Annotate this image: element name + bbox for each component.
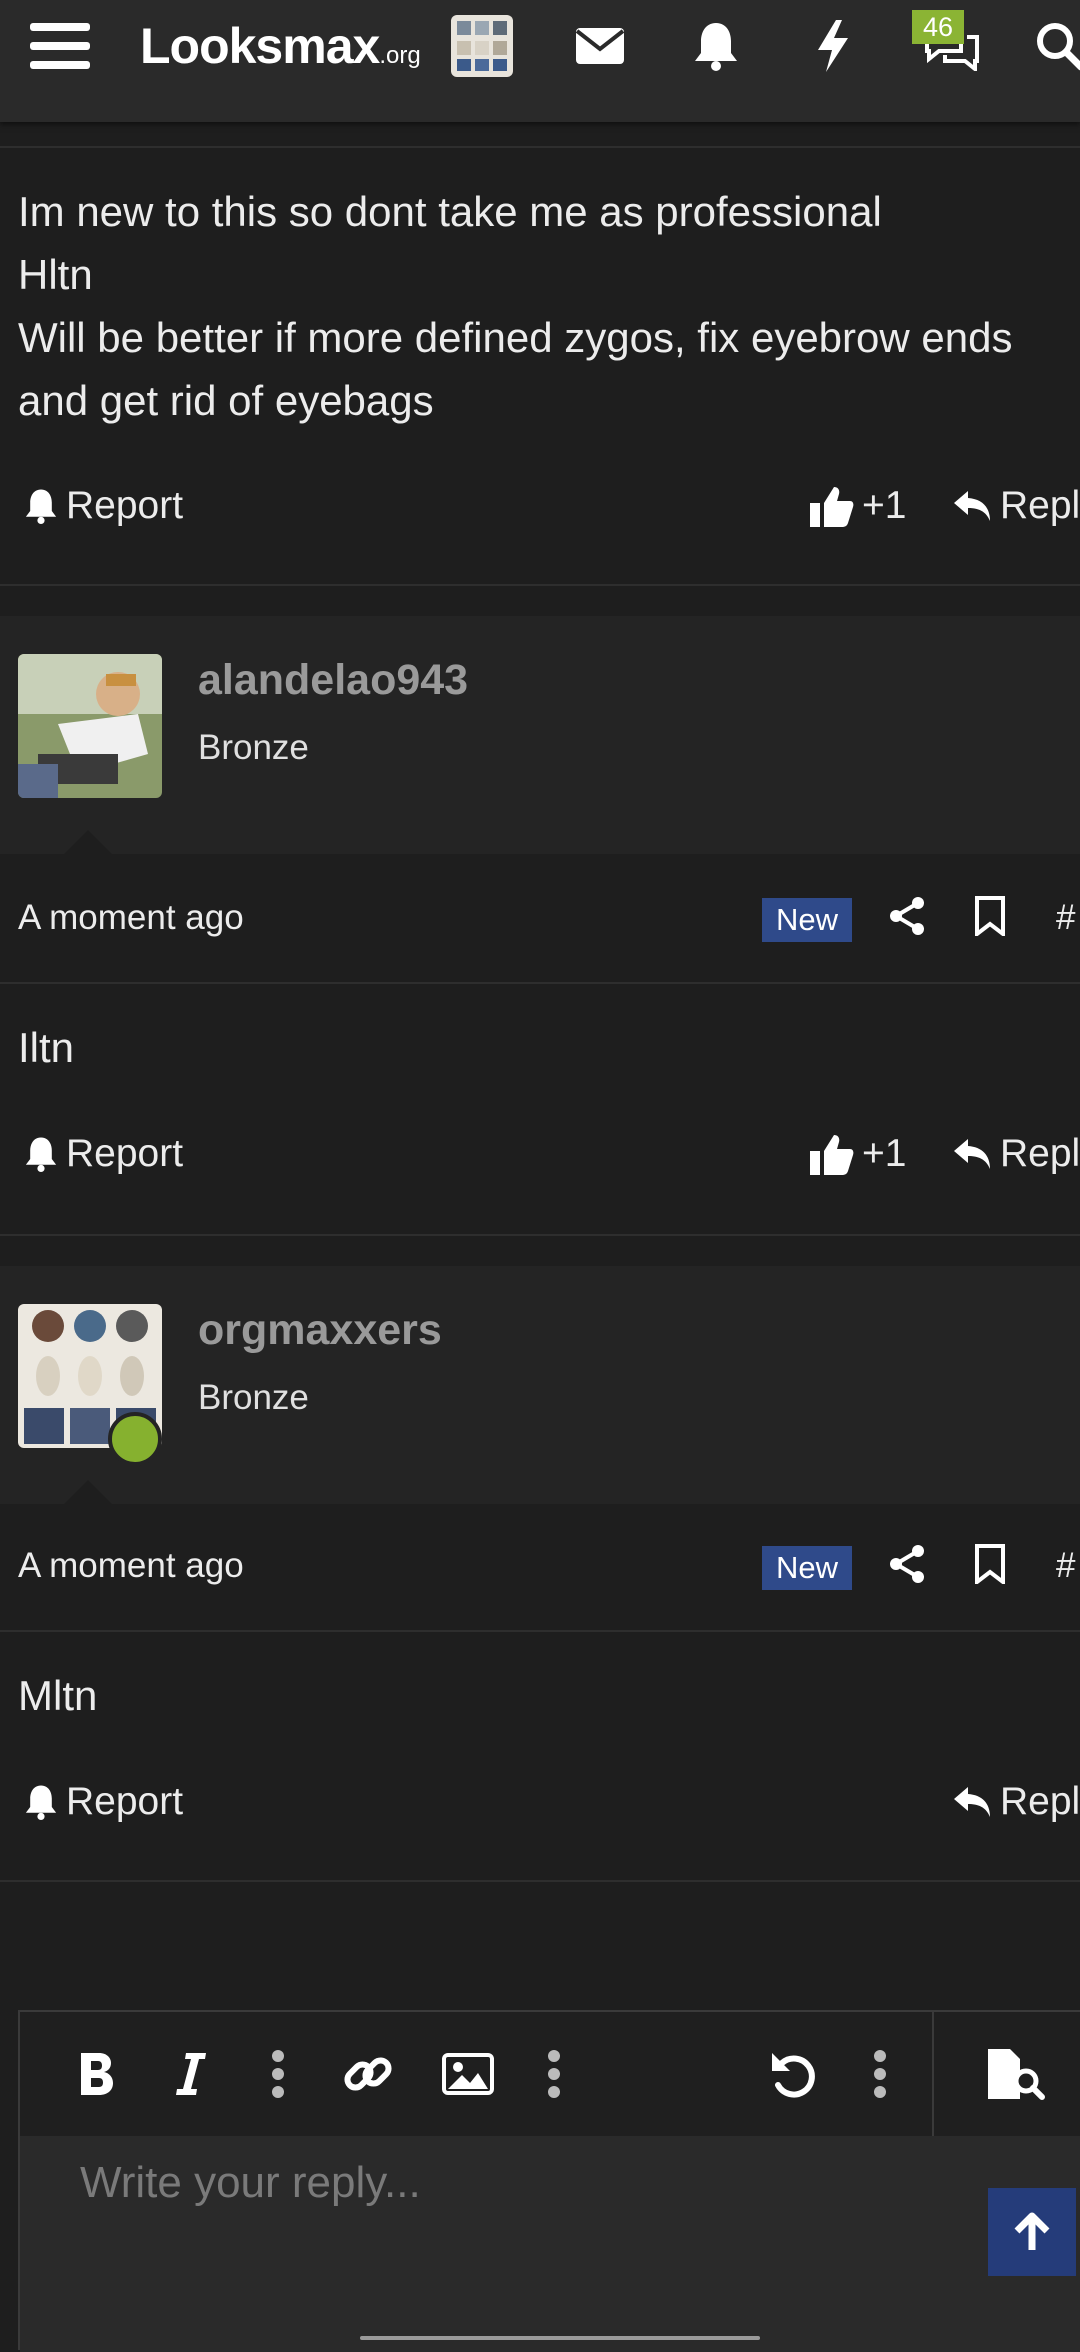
post-time[interactable]: A moment ago <box>18 1546 244 1586</box>
report-button[interactable]: Report <box>24 484 183 528</box>
divider <box>0 1630 1080 1632</box>
user-block-arrow <box>64 830 112 854</box>
like-count: +1 <box>862 484 907 527</box>
divider <box>0 1880 1080 1882</box>
divider <box>0 982 1080 984</box>
report-button[interactable]: Report <box>24 1780 183 1824</box>
reply-button[interactable]: Reply <box>952 1780 1080 1824</box>
post-body: Im new to this so dont take me as profes… <box>18 180 1012 432</box>
envelope-icon[interactable] <box>570 14 630 78</box>
reply-icon <box>954 1139 990 1169</box>
more-icon[interactable] <box>860 2042 900 2106</box>
scroll-to-top-button[interactable] <box>988 2188 1076 2276</box>
reply-button[interactable]: Reply <box>952 484 1080 528</box>
home-indicator <box>360 2336 760 2340</box>
post-user-block: orgmaxxers Bronze <box>0 1266 1080 1504</box>
alerts-count-badge: 46 <box>912 10 964 44</box>
post-line: Hltn <box>18 251 93 298</box>
post-line: Will be better if more defined zygos, fi… <box>18 314 1013 361</box>
bookmark-icon[interactable] <box>974 896 1006 941</box>
thumbs-up-icon <box>810 1135 854 1175</box>
reply-label: Reply <box>1000 484 1080 527</box>
new-badge: New <box>762 1546 852 1590</box>
post-line: Im new to this so dont take me as profes… <box>18 188 882 235</box>
like-button[interactable]: +1 <box>810 484 906 528</box>
bell-icon <box>25 489 57 524</box>
share-icon[interactable] <box>888 1544 928 1589</box>
bookmark-icon[interactable] <box>974 1544 1006 1589</box>
undo-icon[interactable] <box>762 2042 826 2106</box>
user-avatar-thumbnail[interactable] <box>450 14 514 78</box>
bell-icon <box>25 1785 57 1820</box>
preview-icon[interactable] <box>980 2042 1050 2106</box>
reply-icon <box>954 1787 990 1817</box>
editor-toolbar <box>20 2012 1080 2136</box>
post-body: Mltn <box>18 1672 98 1719</box>
report-label: Report <box>66 1132 184 1175</box>
like-count: +1 <box>862 1132 907 1175</box>
toolbar-divider <box>932 2012 934 2136</box>
username[interactable]: orgmaxxers <box>198 1306 442 1355</box>
arrow-up-icon <box>1014 2212 1050 2250</box>
user-avatar[interactable] <box>18 654 162 798</box>
bold-icon[interactable] <box>68 2042 124 2106</box>
post-permalink[interactable]: # <box>1056 1546 1075 1586</box>
divider <box>0 1234 1080 1236</box>
user-block-arrow <box>64 1480 112 1504</box>
search-icon[interactable] <box>1030 14 1080 78</box>
post-permalink[interactable]: # <box>1056 898 1075 938</box>
online-status-indicator <box>108 1412 162 1466</box>
divider <box>0 146 1080 148</box>
post-time[interactable]: A moment ago <box>18 898 244 938</box>
user-title: Bronze <box>198 728 309 767</box>
report-button[interactable]: Report <box>24 1132 183 1176</box>
image-icon[interactable] <box>436 2042 500 2106</box>
post-body: Iltn <box>18 1024 75 1071</box>
top-navigation-bar: Looksmax.org 46 <box>0 0 1080 122</box>
post-line: and get rid of eyebags <box>18 377 434 424</box>
thumbs-up-icon <box>810 487 854 527</box>
italic-icon[interactable] <box>162 2042 218 2106</box>
post-user-block: alandelao943 Bronze <box>0 616 1080 854</box>
reply-editor: Write your reply... <box>18 2010 1080 2352</box>
reply-label: Reply <box>1000 1780 1080 1823</box>
more-icon[interactable] <box>258 2042 298 2106</box>
reply-textarea[interactable]: Write your reply... <box>20 2136 1080 2352</box>
site-logo[interactable]: Looksmax.org <box>140 14 421 78</box>
reply-label: Reply <box>1000 1132 1080 1175</box>
lightning-icon[interactable] <box>808 14 858 78</box>
divider <box>0 584 1080 586</box>
bell-icon[interactable] <box>688 14 744 78</box>
more-icon[interactable] <box>534 2042 574 2106</box>
new-badge: New <box>762 898 852 942</box>
username[interactable]: alandelao943 <box>198 656 468 705</box>
user-title: Bronze <box>198 1378 309 1417</box>
logo-suffix: .org <box>379 42 421 69</box>
report-label: Report <box>66 1780 184 1823</box>
bell-icon <box>25 1137 57 1172</box>
reply-button[interactable]: Reply <box>952 1132 1080 1176</box>
logo-text: Looksmax <box>140 18 380 74</box>
reply-icon <box>954 491 990 521</box>
reply-placeholder: Write your reply... <box>80 2158 421 2207</box>
link-icon[interactable] <box>336 2042 400 2106</box>
menu-icon[interactable] <box>28 14 92 78</box>
share-icon[interactable] <box>888 896 928 941</box>
like-button[interactable]: +1 <box>810 1132 906 1176</box>
report-label: Report <box>66 484 184 527</box>
